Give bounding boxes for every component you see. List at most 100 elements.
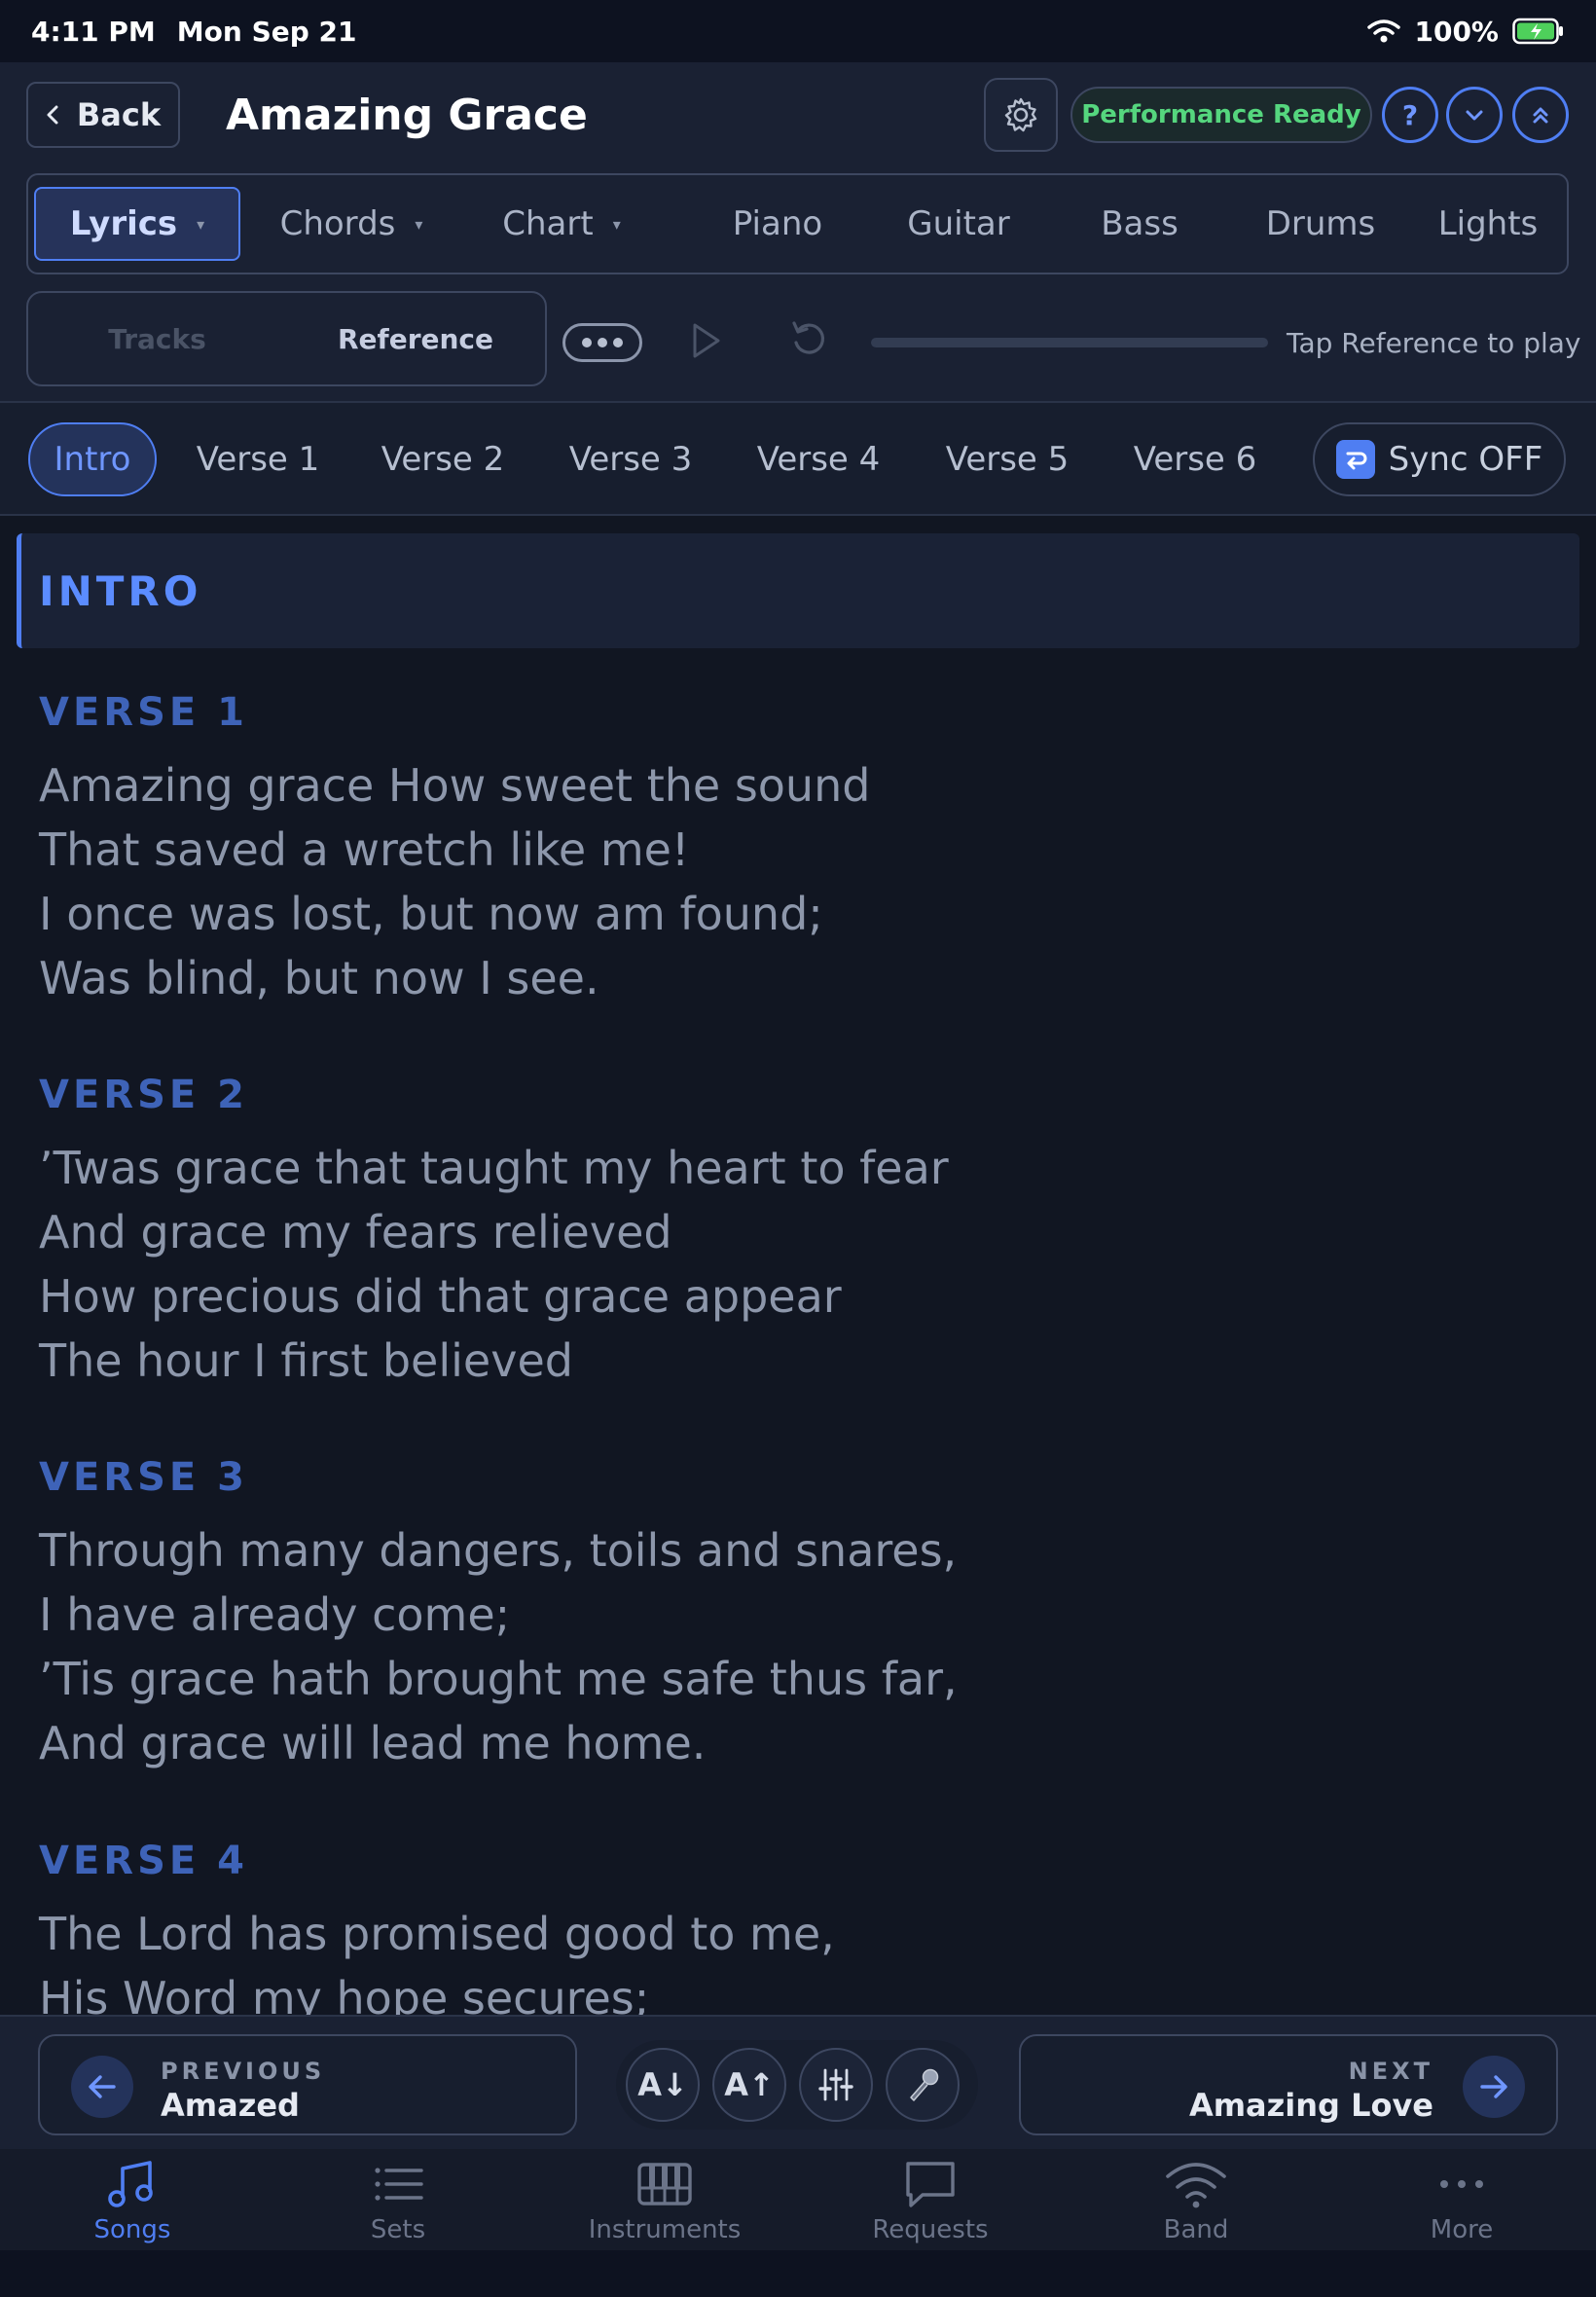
section-tab-verse-4[interactable]: Verse 4 (750, 403, 887, 516)
tab-lights[interactable]: Lights (1410, 175, 1566, 273)
sync-label: Sync OFF (1388, 440, 1543, 479)
verse-section: VERSE 2 ’Twas grace that taught my heart… (39, 1066, 949, 1393)
arrow-right-icon (1463, 2056, 1525, 2118)
font-decrease-button[interactable]: A↓ (626, 2048, 700, 2122)
lyrics-view[interactable]: INTRO VERSE 1 Amazing grace How sweet th… (0, 516, 1596, 2015)
verse-section: VERSE 4 The Lord has promised good to me… (39, 1832, 835, 2015)
tab-label: Guitar (907, 204, 1010, 243)
status-date: Mon Sep 21 (176, 15, 357, 48)
section-navigator: Intro Verse 1 Verse 2 Verse 3 Verse 4 Ve… (0, 403, 1596, 516)
sync-return-icon (1335, 440, 1375, 479)
section-heading: VERSE 4 (39, 1839, 248, 1883)
verse-section: VERSE 1 Amazing grace How sweet the soun… (39, 683, 870, 1010)
section-tab-verse-3[interactable]: Verse 3 (562, 403, 699, 516)
tabbar-sets[interactable]: Sets (301, 2159, 495, 2246)
tab-bass[interactable]: Bass (1052, 175, 1227, 273)
help-button[interactable]: ? (1382, 87, 1438, 143)
section-tab-verse-5[interactable]: Verse 5 (939, 403, 1075, 516)
song-header: Back Amazing Grace Performance Ready ? L… (0, 62, 1596, 403)
tabbar-label: Instruments (588, 2215, 742, 2244)
next-song-button[interactable]: NEXT Amazing Love (1019, 2034, 1558, 2135)
section-heading: INTRO (39, 566, 202, 615)
piano-keys-icon (637, 2159, 692, 2209)
list-icon (371, 2159, 425, 2209)
previous-kicker: PREVIOUS (161, 2058, 326, 2085)
tab-label: Chart (502, 204, 594, 243)
collapse-button[interactable] (1446, 87, 1503, 143)
tabbar-label: Band (1163, 2215, 1229, 2244)
previous-song-title: Amazed (161, 2087, 300, 2124)
tab-label: Chords (279, 204, 396, 243)
tabbar-more[interactable]: More (1364, 2159, 1559, 2246)
font-increase-button[interactable]: A↑ (712, 2048, 786, 2122)
tool-cluster: A↓ A↑ (616, 2040, 978, 2130)
view-tabs: Lyrics ▾ Chords ▾ Chart ▾ Piano Guitar B… (26, 173, 1569, 274)
tab-label: Lyrics (69, 204, 178, 243)
section-tab-verse-2[interactable]: Verse 2 (375, 403, 511, 516)
tab-lyrics[interactable]: Lyrics ▾ (34, 187, 240, 261)
intro-section: INTRO (17, 533, 1579, 648)
section-tab-verse-1[interactable]: Verse 1 (190, 403, 326, 516)
tabbar-instruments[interactable]: Instruments (567, 2159, 762, 2246)
song-title: Amazing Grace (226, 90, 588, 140)
tabbar-label: Sets (370, 2215, 426, 2244)
arrow-left-icon (71, 2056, 133, 2118)
chevron-down-icon (1465, 108, 1484, 122)
tabbar-songs[interactable]: Songs (35, 2159, 230, 2246)
battery-charging-icon (1512, 18, 1565, 45)
section-heading: VERSE 3 (39, 1455, 248, 1500)
lyric-line: That saved a wretch like me! (39, 823, 690, 876)
tab-label: Lights (1437, 204, 1539, 243)
back-label: Back (76, 96, 162, 133)
gear-icon (1001, 95, 1040, 134)
settings-button[interactable] (984, 78, 1058, 152)
lyric-line: And grace my fears relieved (39, 1206, 672, 1258)
lyric-line: And grace will lead me home. (39, 1717, 707, 1769)
double-chevron-up-icon (1531, 105, 1550, 125)
tabbar-band[interactable]: Band (1099, 2159, 1293, 2246)
tracks-option[interactable]: Tracks (28, 293, 286, 384)
status-bar: 4:11 PM Mon Sep 21 100% (0, 0, 1596, 62)
tabbar-label: More (1430, 2215, 1494, 2244)
section-tab-intro[interactable]: Intro (28, 422, 157, 496)
microphone-button[interactable] (886, 2048, 960, 2122)
play-icon[interactable] (687, 319, 724, 362)
mixer-button[interactable] (799, 2048, 873, 2122)
tab-drums[interactable]: Drums (1233, 175, 1408, 273)
playback-hint: Tap Reference to play (1287, 326, 1581, 359)
previous-song-button[interactable]: PREVIOUS Amazed (38, 2034, 577, 2135)
lyric-line: How precious did that grace appear (39, 1270, 842, 1323)
tabbar-label: Requests (872, 2215, 989, 2244)
tabbar-requests[interactable]: Requests (833, 2159, 1028, 2246)
reference-option[interactable]: Reference (286, 293, 545, 384)
section-heading: VERSE 1 (39, 690, 248, 735)
tab-label: Drums (1265, 204, 1376, 243)
section-tab-verse-6[interactable]: Verse 6 (1127, 403, 1263, 516)
sync-toggle-button[interactable]: Sync OFF (1313, 422, 1566, 496)
tabbar-label: Songs (93, 2215, 171, 2244)
ellipsis-icon[interactable] (562, 323, 642, 362)
restart-icon[interactable] (788, 317, 829, 360)
home-indicator-area (0, 2250, 1596, 2297)
playback-progress-bar[interactable] (871, 338, 1268, 347)
microphone-icon (903, 2065, 942, 2104)
section-heading: VERSE 2 (39, 1073, 248, 1117)
ellipsis-icon (1434, 2159, 1489, 2209)
music-note-icon (105, 2159, 160, 2209)
chevron-left-icon (46, 104, 59, 126)
performance-ready-badge: Performance Ready (1070, 87, 1372, 143)
help-label: ? (1401, 98, 1419, 131)
tab-guitar[interactable]: Guitar (871, 175, 1046, 273)
back-button[interactable]: Back (26, 82, 180, 148)
lyric-line: Was blind, but now I see. (39, 952, 599, 1004)
tab-piano[interactable]: Piano (690, 175, 865, 273)
caret-down-icon: ▾ (415, 214, 423, 234)
lyric-line: I once was lost, but now am found; (39, 888, 823, 940)
tab-chords[interactable]: Chords ▾ (254, 175, 449, 273)
tab-chart[interactable]: Chart ▾ (464, 175, 659, 273)
lyric-line: I have already come; (39, 1588, 511, 1641)
tab-label: Piano (732, 204, 823, 243)
expand-up-button[interactable] (1512, 87, 1569, 143)
main-tab-bar: Songs Sets Instruments Requests Band Mor… (0, 2149, 1596, 2250)
caret-down-icon: ▾ (612, 214, 621, 234)
